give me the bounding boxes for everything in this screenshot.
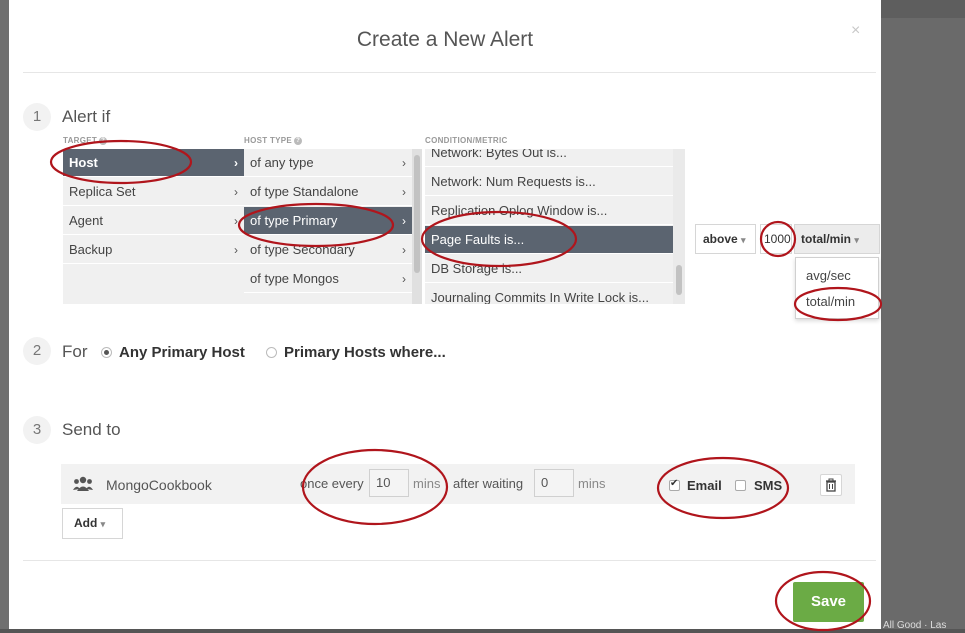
close-icon[interactable]: × [851, 22, 860, 40]
unit-dropdown[interactable]: total/min ▾ [794, 224, 880, 254]
add-label: Add [74, 516, 98, 530]
mins-label: mins [413, 476, 441, 491]
step-label-send-to: Send to [62, 420, 121, 439]
divider [23, 560, 876, 561]
condition-page-faults[interactable]: Page Faults is... [425, 226, 673, 254]
background-left [0, 0, 9, 633]
host-type-primary[interactable]: of type Primary › [244, 207, 412, 235]
condition-num-requests[interactable]: Network: Num Requests is... [425, 168, 673, 196]
host-type-label: of type Primary [250, 213, 338, 228]
step-label-for: For [62, 342, 88, 361]
chevron-down-icon: ▾ [854, 235, 859, 245]
email-label[interactable]: Email [687, 478, 722, 493]
background-right [881, 0, 965, 633]
step-label-alert-if: Alert if [62, 107, 111, 126]
step-number-1: 1 [23, 103, 51, 131]
chevron-right-icon: › [234, 214, 238, 228]
host-type-label: of type Standalone [250, 184, 359, 199]
chevron-right-icon: › [234, 185, 238, 199]
target-header: TARGET? [63, 136, 108, 145]
chevron-right-icon: › [234, 156, 238, 170]
host-type-mongos[interactable]: of type Mongos › [244, 265, 412, 293]
host-type-header-label: HOST TYPE [244, 136, 293, 145]
help-icon[interactable]: ? [294, 136, 303, 145]
add-button[interactable]: Add ▾ [62, 508, 123, 539]
chevron-right-icon: › [402, 214, 406, 228]
unit-option-total-min[interactable]: total/min [806, 294, 855, 309]
condition-label: DB Storage is... [431, 261, 523, 276]
chevron-right-icon: › [402, 243, 406, 257]
once-every-input[interactable]: 10 [369, 469, 409, 497]
condition-label: Network: Num Requests is... [431, 174, 596, 189]
host-type-standalone[interactable]: of type Standalone › [244, 178, 412, 206]
target-item-host[interactable]: Host › [63, 149, 244, 177]
target-item-label: Backup [69, 242, 113, 257]
host-type-any[interactable]: of any type › [244, 149, 412, 177]
host-type-list: of any type › of type Standalone › of type… [244, 149, 412, 304]
background-right-top [881, 0, 965, 18]
target-item-label: Agent [69, 213, 103, 228]
host-type-label: of type Mongos [250, 271, 339, 286]
condition-journaling-commits[interactable]: Journaling Commits In Write Lock is... [425, 284, 673, 304]
condition-db-storage[interactable]: DB Storage is... [425, 255, 673, 283]
comparator-dropdown[interactable]: above ▾ [695, 224, 756, 254]
target-item-agent[interactable]: Agent › [63, 207, 244, 235]
target-item-backup[interactable]: Backup › [63, 236, 244, 264]
help-icon[interactable]: ? [99, 136, 108, 145]
chevron-right-icon: › [234, 243, 238, 257]
step-number-2: 2 [23, 337, 51, 365]
target-item-label: Host [69, 155, 98, 170]
chevron-right-icon: › [402, 272, 406, 286]
unit-option-avg-sec[interactable]: avg/sec [806, 268, 851, 283]
host-type-label: of any type [250, 155, 314, 170]
condition-oplog-window[interactable]: Replication Oplog Window is... [425, 197, 673, 225]
condition-label: Network: Bytes Out is... [431, 149, 567, 160]
scroll-thumb[interactable] [676, 265, 682, 295]
condition-list: Network: Bytes Out is... Network: Num Re… [425, 149, 673, 304]
comparator-label: above [703, 232, 738, 246]
chevron-down-icon: ▾ [741, 235, 746, 245]
after-waiting-label: after waiting [453, 476, 524, 491]
host-type-scrollbar[interactable] [412, 149, 422, 304]
divider [23, 72, 876, 73]
save-button[interactable]: Save [793, 582, 864, 622]
condition-header: CONDITION/METRIC [425, 136, 508, 145]
host-type-secondary[interactable]: of type Secondary › [244, 236, 412, 264]
create-alert-modal: Create a New Alert × 1 Alert if TARGET? … [9, 0, 881, 629]
host-type-label: of type Secondary [250, 242, 355, 257]
target-header-label: TARGET [63, 136, 98, 145]
target-list: Host › Replica Set › Agent › Backup › [63, 149, 244, 304]
scroll-thumb[interactable] [414, 155, 420, 273]
chevron-down-icon: ▾ [100, 519, 106, 529]
condition-label: Page Faults is... [431, 232, 525, 247]
target-item-replica-set[interactable]: Replica Set › [63, 178, 244, 206]
radio-label-any-primary[interactable]: Any Primary Host [119, 344, 245, 361]
host-type-header: HOST TYPE? [244, 136, 303, 145]
condition-label: Journaling Commits In Write Lock is... [431, 290, 649, 304]
chevron-right-icon: › [402, 156, 406, 170]
radio-primary-where[interactable] [266, 347, 277, 358]
target-item-label: Replica Set [69, 184, 136, 199]
once-every-label: once every [300, 476, 364, 491]
group-name: MongoCookbook [106, 477, 212, 493]
condition-bytes-out[interactable]: Network: Bytes Out is... [425, 149, 673, 167]
condition-scrollbar[interactable] [673, 149, 685, 304]
sms-label[interactable]: SMS [754, 478, 782, 493]
sms-checkbox[interactable] [735, 480, 746, 491]
condition-label: Replication Oplog Window is... [431, 203, 608, 218]
step-number-3: 3 [23, 416, 51, 444]
delete-button[interactable] [820, 474, 842, 496]
email-checkbox[interactable] [669, 478, 680, 491]
chevron-right-icon: › [402, 185, 406, 199]
background-bottom [0, 629, 965, 633]
unit-menu: avg/sec total/min [795, 257, 879, 319]
unit-label: total/min [801, 232, 851, 246]
trash-icon [826, 478, 836, 492]
threshold-input[interactable]: 1000 [760, 224, 792, 254]
radio-label-primary-where[interactable]: Primary Hosts where... [284, 344, 446, 361]
modal-title: Create a New Alert [356, 28, 534, 51]
mins-label: mins [578, 476, 606, 491]
after-waiting-input[interactable]: 0 [534, 469, 574, 497]
radio-any-primary[interactable] [101, 347, 112, 358]
